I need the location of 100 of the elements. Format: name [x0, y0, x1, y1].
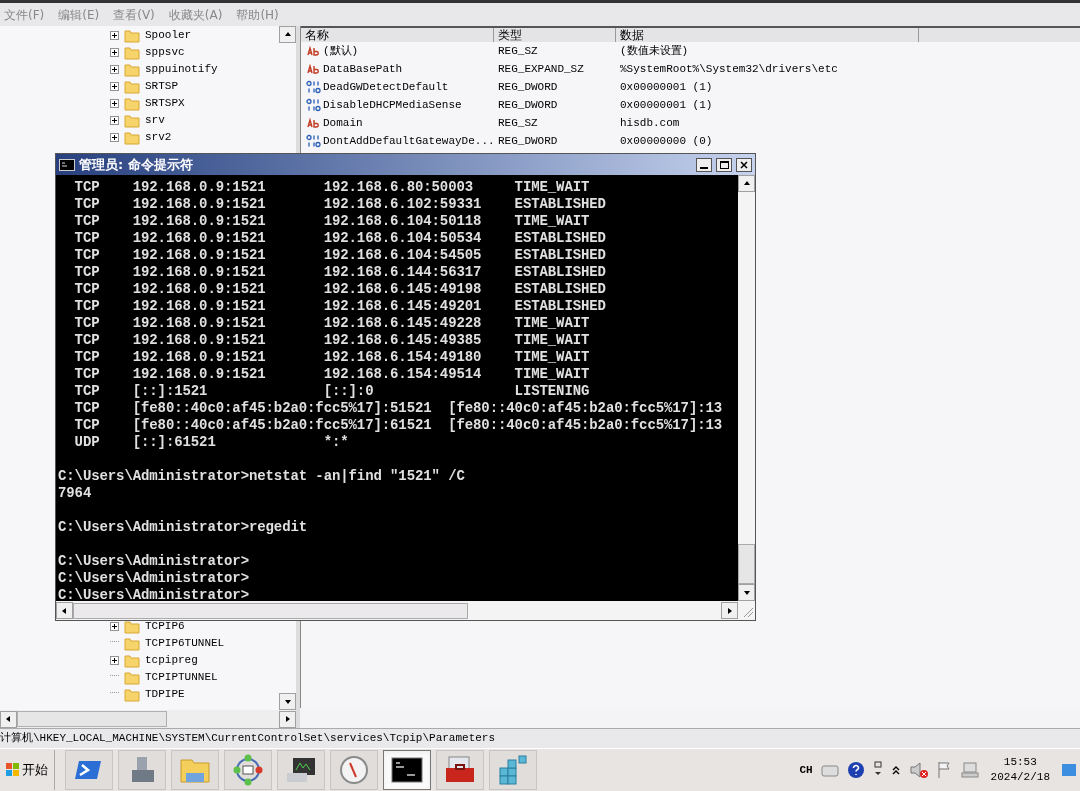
binary-value-icon [305, 134, 321, 148]
clock[interactable]: 15:53 2024/2/18 [986, 755, 1054, 785]
console-line: TCP 192.168.0.9:1521 192.168.6.145:49198 ESTABLISHED [73, 281, 607, 298]
scrollbar-thumb[interactable] [73, 602, 468, 619]
console-line: C:\Users\Administrator> [58, 587, 250, 601]
value-data: 0x00000000 (0) [619, 133, 713, 149]
scroll-right-button[interactable] [721, 602, 738, 619]
value-data: hisdb.com [619, 115, 680, 131]
folder-icon [124, 687, 140, 702]
folder-icon [124, 96, 140, 111]
console-line: 7964 [58, 485, 93, 502]
cubes-icon [497, 754, 529, 786]
folder-icon [124, 28, 140, 43]
expand-toggle[interactable] [110, 622, 119, 631]
console-line: TCP 192.168.0.9:1521 192.168.6.102:59331 ESTABLISHED [73, 196, 607, 213]
value-type: REG_DWORD [497, 79, 559, 95]
string-value-icon [305, 116, 321, 130]
folder-icon [124, 670, 140, 685]
scrollbar-thumb[interactable] [738, 544, 755, 584]
tree-item[interactable]: TCPIP6 [145, 618, 185, 635]
console-line: C:\Users\Administrator>netstat -an|find "1521" /C [58, 468, 466, 485]
tree-item[interactable]: TCPIPTUNNEL [145, 669, 218, 686]
console-icon [59, 158, 75, 171]
scroll-left-button[interactable] [0, 710, 17, 728]
string-value-icon [305, 62, 321, 76]
scroll-up-button[interactable] [738, 175, 755, 192]
console-line: TCP [::]:1521 [::]:0 LISTENING [73, 383, 591, 400]
expand-toggle[interactable] [110, 65, 119, 74]
scroll-up-button[interactable] [279, 26, 296, 43]
tree-item[interactable]: tcpipreg [145, 652, 198, 669]
minimize-button[interactable] [696, 157, 712, 172]
tree-item[interactable]: sppuinotify [145, 61, 218, 78]
folder-icon [124, 45, 140, 60]
muted-speaker-icon[interactable] [908, 761, 929, 779]
taskbar-app-button[interactable] [383, 750, 431, 790]
expand-toggle[interactable] [110, 133, 119, 142]
value-data: 0x00000001 (1) [619, 97, 713, 113]
folder-icon [124, 653, 140, 668]
console-line: TCP 192.168.0.9:1521 192.168.6.104:50534 ESTABLISHED [73, 230, 607, 247]
language-indicator[interactable]: CH [799, 761, 813, 779]
console-line: TCP 192.168.0.9:1521 192.168.6.104:54505 ESTABLISHED [73, 247, 607, 264]
tree-item[interactable]: Spooler [145, 27, 192, 44]
value-name[interactable]: Domain [323, 114, 363, 132]
console-line: TCP 192.168.0.9:1521 192.168.6.144:56317 ESTABLISHED [73, 264, 607, 281]
string-value-icon [305, 44, 321, 58]
value-name[interactable]: DataBasePath [323, 60, 403, 78]
expand-toggle[interactable] [110, 656, 119, 665]
tree-item[interactable]: sppsvc [145, 44, 185, 61]
help-icon[interactable] [846, 761, 865, 779]
value-type: REG_DWORD [497, 133, 559, 149]
value-name[interactable]: DontAddDefaultGatewayDe... [323, 132, 495, 150]
console-line: TCP 192.168.0.9:1521 192.168.6.104:50118 TIME_WAIT [73, 213, 591, 230]
expand-toggle[interactable] [110, 82, 119, 91]
scroll-down-button[interactable] [279, 693, 296, 710]
close-button[interactable] [736, 157, 752, 172]
console-line: TCP 192.168.0.9:1521 192.168.6.145:49228 TIME_WAIT [73, 315, 591, 332]
folder-icon [124, 130, 140, 145]
console-line: TCP [fe80::40c0:af45:b2a0:fcc5%17]:61521 [fe80::40c0:af45:b2a0:fcc5%17]:13 [73, 417, 724, 434]
console-line: TCP 192.168.0.9:1521 192.168.6.154:49514 TIME_WAIT [73, 366, 591, 383]
taskbar-app-button[interactable] [277, 750, 325, 790]
tree-item[interactable]: SRTSPX [145, 95, 185, 112]
scroll-left-button[interactable] [56, 602, 73, 619]
folder-icon [124, 79, 140, 94]
window-title: 管理员: 命令提示符 [79, 155, 193, 174]
console-line: TCP 192.168.0.9:1521 192.168.6.80:50003 TIME_WAIT [73, 179, 591, 196]
scroll-down-button[interactable] [738, 584, 755, 601]
console-line: TCP 192.168.0.9:1521 192.168.6.145:49201 ESTABLISHED [73, 298, 607, 315]
expand-toggle[interactable] [110, 99, 119, 108]
gauge-icon [339, 755, 369, 785]
expand-toggle[interactable] [110, 48, 119, 57]
close-icon [740, 160, 748, 169]
flag-icon[interactable] [936, 761, 953, 779]
tree-item[interactable]: TCPIP6TUNNEL [145, 635, 225, 652]
windows-logo-icon [6, 763, 20, 777]
console-line: C:\Users\Administrator> [58, 553, 250, 570]
expand-toggle[interactable] [110, 116, 119, 125]
folder-icon [124, 636, 140, 651]
toolbox-icon [444, 755, 476, 785]
value-name[interactable]: DeadGWDetectDefault [323, 78, 449, 96]
value-name[interactable]: DisableDHCPMediaSense [323, 96, 462, 114]
tree-item[interactable]: TDPIPE [145, 686, 185, 703]
console-line: UDP [::]:61521 *:* [73, 434, 350, 451]
scroll-right-button[interactable] [279, 710, 296, 728]
binary-value-icon [305, 98, 321, 112]
key-path: 计算机\HKEY_LOCAL_MACHINE\SYSTEM\CurrentControlSet\services\Tcpip\Parameters [0, 731, 496, 747]
console-icon [391, 757, 423, 783]
network-nodes-icon [232, 754, 264, 786]
start-button[interactable]: 开始 [0, 750, 55, 790]
scrollbar-thumb[interactable] [17, 711, 167, 727]
taskbar-app-button[interactable] [436, 750, 484, 790]
tree-item[interactable]: SRTSP [145, 78, 178, 95]
console-line: TCP [fe80::40c0:af45:b2a0:fcc5%17]:51521 [fe80::40c0:af45:b2a0:fcc5%17]:13 [73, 400, 724, 417]
tree-item[interactable]: srv2 [145, 129, 172, 146]
maximize-button[interactable] [716, 157, 732, 172]
value-type: REG_SZ [497, 43, 539, 59]
chevron-up-icon[interactable] [890, 764, 901, 776]
tree-item[interactable]: srv [145, 112, 165, 129]
value-name[interactable]: (默认) [323, 42, 359, 60]
folder-icon [124, 113, 140, 128]
expand-toggle[interactable] [110, 31, 119, 40]
